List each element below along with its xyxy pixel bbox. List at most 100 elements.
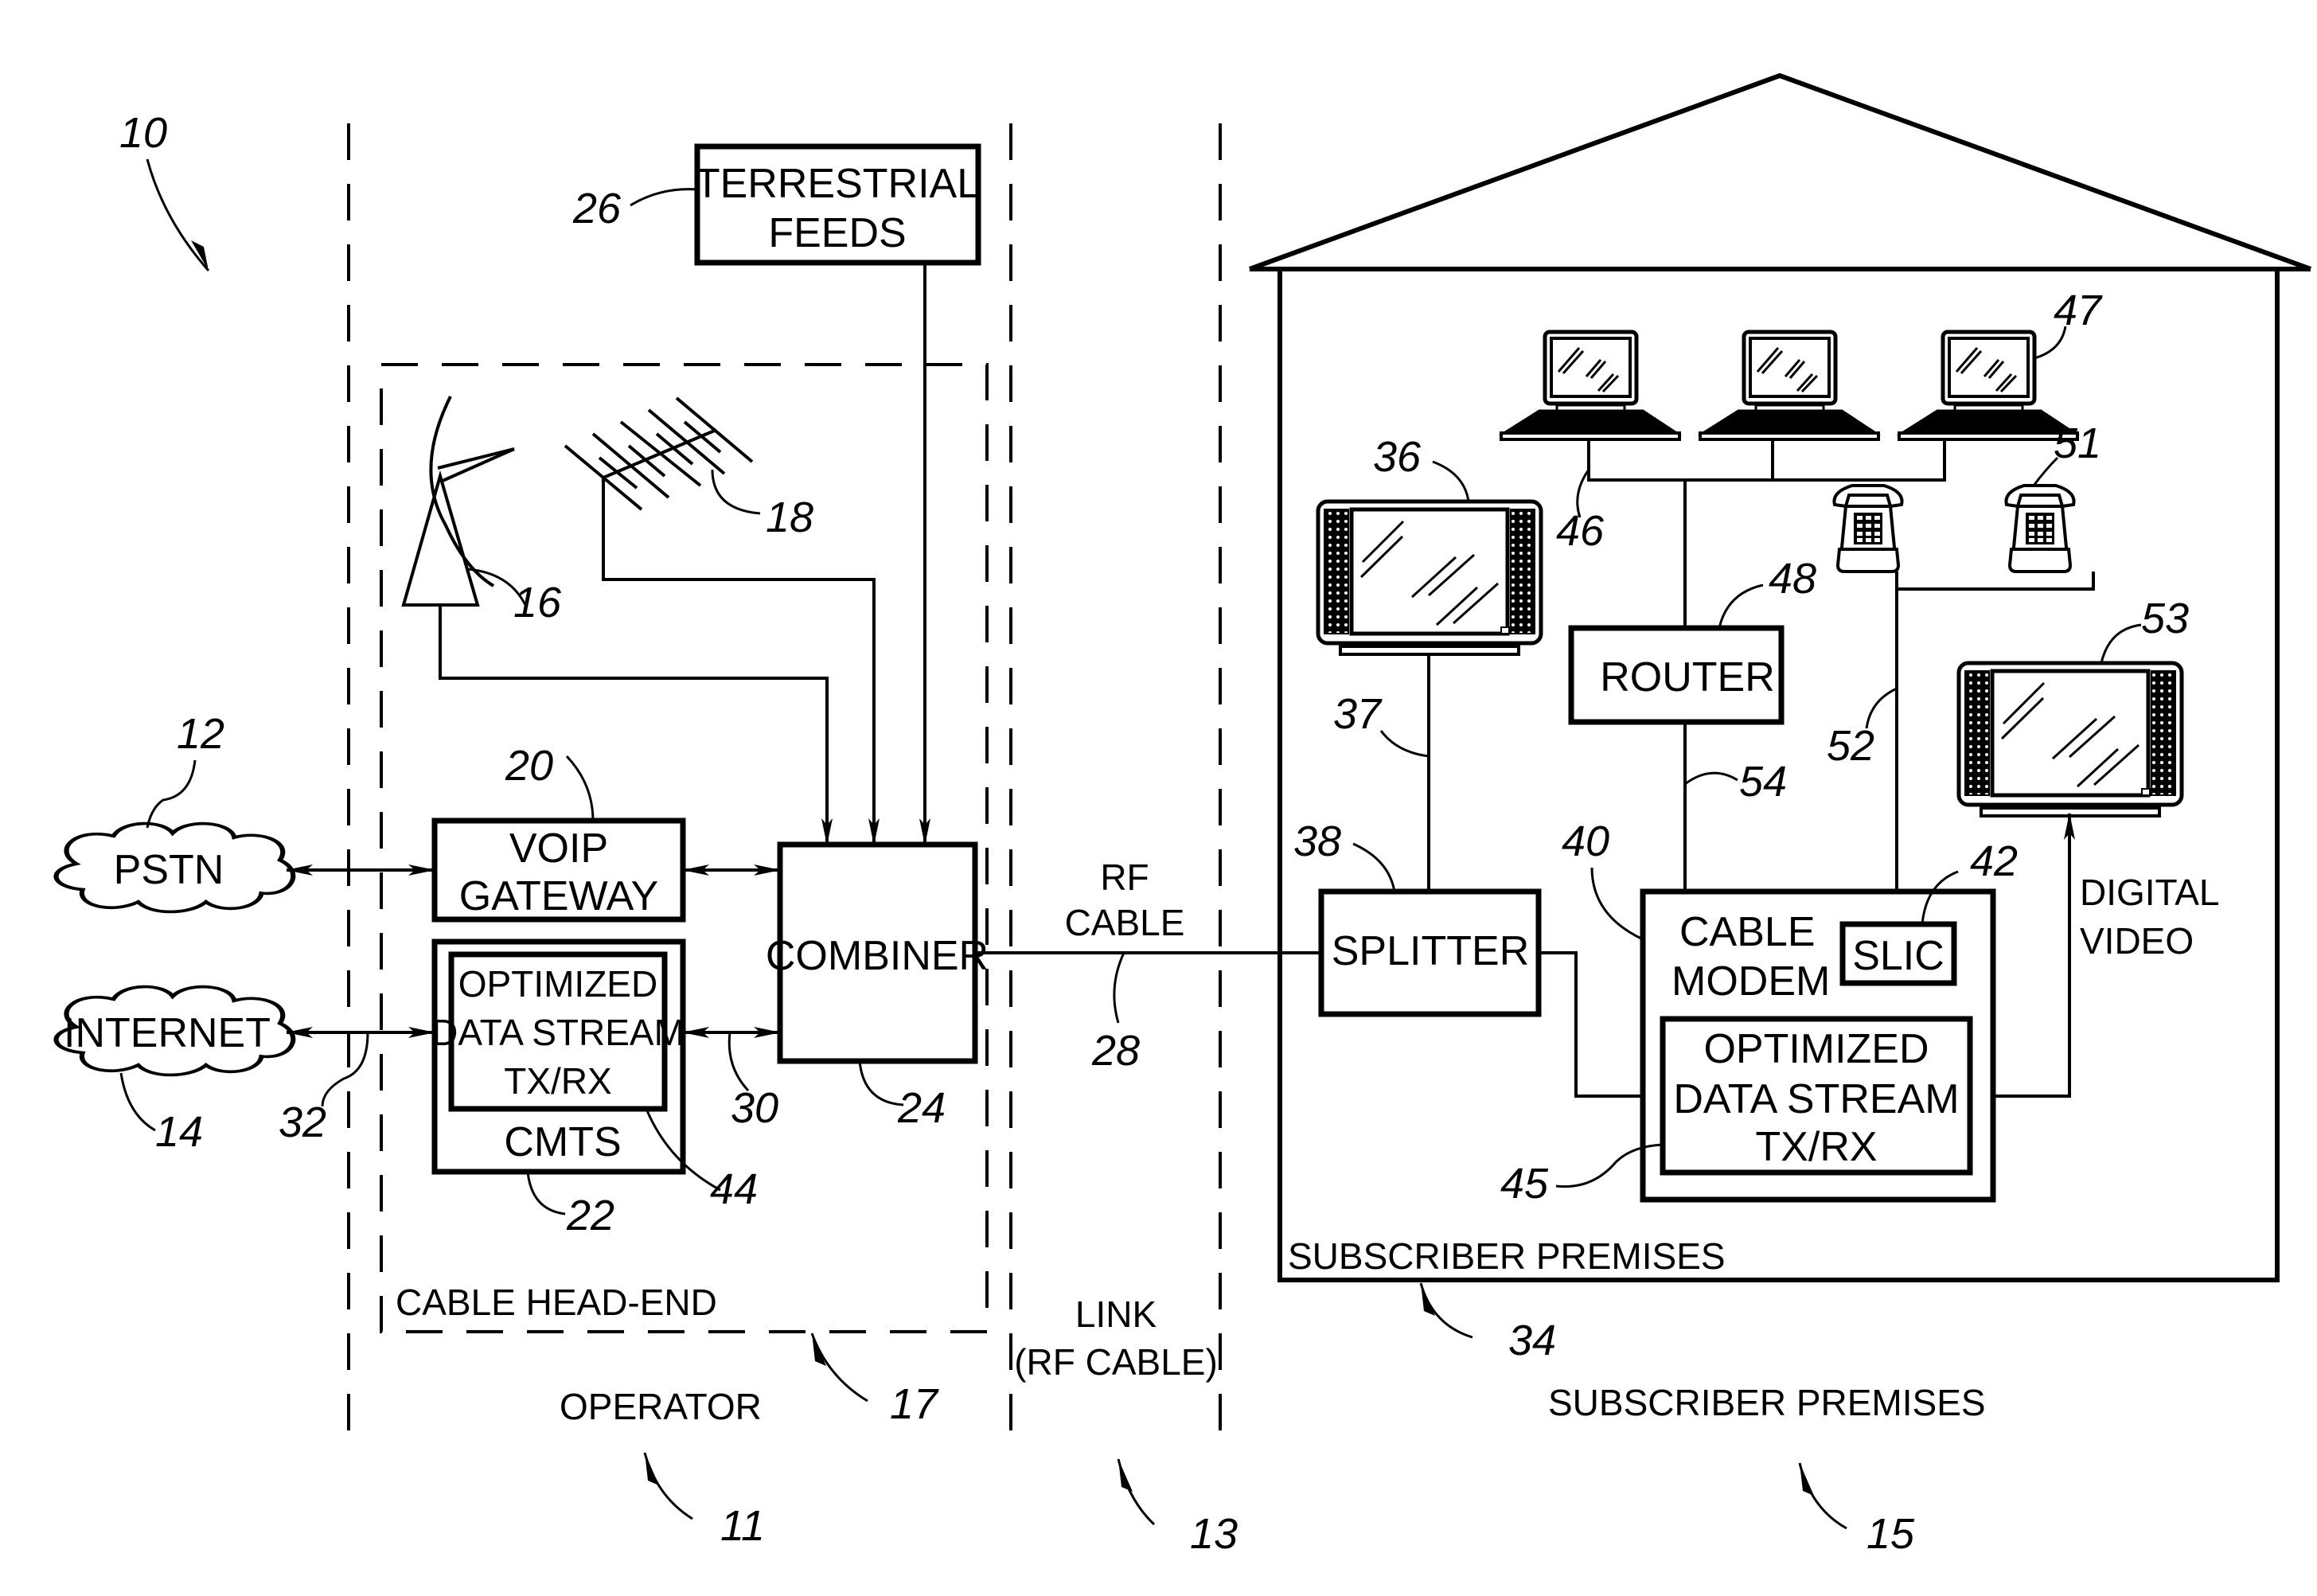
operator-ref: 11 (643, 1452, 765, 1550)
computer-icon[interactable] (1700, 332, 1878, 439)
combiner-block[interactable]: COMBINER (766, 841, 989, 1064)
svg-text:CABLE: CABLE (1679, 909, 1816, 955)
svg-text:22: 22 (566, 1192, 614, 1239)
svg-text:26: 26 (572, 185, 622, 232)
yagi-ref: 18 (711, 469, 813, 541)
operator-label: OPERATOR (560, 1386, 762, 1427)
svg-text:36: 36 (1373, 433, 1422, 481)
digital-video-label-line1: DIGITAL (2080, 872, 2220, 913)
router-ref: 48 (1718, 555, 1816, 629)
internet-cloud[interactable]: INTERNET (57, 987, 294, 1075)
svg-text:15: 15 (1866, 1510, 1915, 1558)
tv-line-ref: 37 (1333, 690, 1430, 758)
splitter-ref: 38 (1293, 818, 1396, 892)
terrestrial-feeds-block[interactable]: TERRESTRIAL FEEDS (694, 143, 981, 266)
svg-text:54: 54 (1739, 758, 1787, 806)
computer-icon[interactable] (1501, 332, 1679, 439)
link-ref: 13 (1117, 1458, 1238, 1558)
headend-ref: 17 (810, 1333, 939, 1428)
svg-text:GATEWAY: GATEWAY (459, 873, 658, 919)
svg-text:TX/RX: TX/RX (504, 1060, 611, 1102)
slic-block[interactable]: SLIC (1839, 921, 1957, 986)
svg-text:32: 32 (279, 1098, 326, 1146)
svg-text:16: 16 (513, 579, 562, 626)
dish-to-combiner-line (439, 605, 833, 845)
svg-text:DATA STREAM: DATA STREAM (1673, 1076, 1959, 1122)
terrestrial-ref: 26 (572, 185, 698, 232)
svg-text:48: 48 (1769, 555, 1816, 603)
svg-text:TERRESTRIAL: TERRESTRIAL (695, 161, 980, 207)
svg-text:COMBINER: COMBINER (766, 933, 989, 979)
cmts-ods-block[interactable]: OPTIMIZED DATA STREAM TX/RX (431, 951, 685, 1112)
telephone-icon[interactable] (1832, 484, 1904, 573)
svg-text:11: 11 (720, 1502, 765, 1550)
computer-bus (1587, 439, 1946, 482)
digital-video-label-line2: VIDEO (2080, 920, 2194, 962)
svg-text:PSTN: PSTN (114, 847, 224, 893)
svg-text:OPTIMIZED: OPTIMIZED (1703, 1026, 1929, 1072)
computer-icon[interactable] (1899, 332, 2077, 439)
svg-text:46: 46 (1556, 507, 1605, 555)
pstn-ref: 12 (146, 710, 224, 829)
svg-text:14: 14 (155, 1108, 203, 1156)
computer-ref: 47 (2034, 287, 2103, 360)
subscriber-zone-ref: 15 (1798, 1462, 1915, 1558)
subscriber-zone-label: SUBSCRIBER PREMISES (1548, 1382, 1986, 1423)
internet-ref: 14 (119, 1072, 203, 1156)
voip-ref: 20 (505, 742, 595, 821)
yagi-antenna-icon (564, 396, 754, 511)
splitter-to-modem-line (1539, 951, 1643, 1098)
svg-text:SLIC: SLIC (1852, 933, 1944, 979)
svg-text:51: 51 (2054, 419, 2101, 467)
svg-text:52: 52 (1827, 722, 1874, 770)
svg-text:30: 30 (731, 1084, 778, 1132)
rf-cable-label-line1: RF (1100, 857, 1149, 898)
svg-text:24: 24 (897, 1084, 946, 1132)
computer-bus-ref: 46 (1556, 469, 1605, 555)
modem-ods-ref: 45 (1500, 1143, 1664, 1208)
telephone-icon[interactable] (2004, 484, 2076, 573)
router-block[interactable]: ROUTER (1568, 625, 1785, 725)
svg-text:17: 17 (890, 1380, 939, 1428)
svg-text:FEEDS: FEEDS (768, 210, 906, 256)
svg-text:VOIP: VOIP (509, 825, 608, 872)
pstn-cloud[interactable]: PSTN (57, 824, 294, 912)
tv-right-ref: 53 (2100, 595, 2189, 664)
svg-text:40: 40 (1562, 818, 1609, 865)
svg-text:SPLITTER: SPLITTER (1332, 928, 1530, 974)
tv-icon[interactable] (1959, 663, 2182, 816)
modem-ods-block[interactable]: OPTIMIZED DATA STREAM TX/RX (1660, 1016, 1973, 1176)
svg-text:ROUTER: ROUTER (1600, 654, 1775, 700)
cmts-ref: 22 (526, 1171, 614, 1239)
svg-text:12: 12 (177, 710, 224, 758)
tv-icon[interactable] (1318, 501, 1541, 654)
svg-text:DATA STREAM: DATA STREAM (431, 1012, 685, 1053)
house-label: SUBSCRIBER PREMISES (1288, 1235, 1726, 1277)
headend-label: CABLE HEAD-END (396, 1282, 717, 1323)
svg-text:47: 47 (2054, 287, 2103, 334)
svg-text:28: 28 (1091, 1027, 1140, 1075)
tv-left-ref: 36 (1373, 433, 1470, 502)
svg-text:TX/RX: TX/RX (1755, 1124, 1877, 1170)
svg-text:44: 44 (710, 1165, 758, 1213)
svg-text:34: 34 (1508, 1317, 1556, 1364)
svg-text:18: 18 (766, 494, 813, 541)
svg-text:37: 37 (1333, 690, 1383, 738)
system-ref: 10 (119, 109, 210, 271)
svg-text:38: 38 (1293, 818, 1341, 865)
svg-text:MODEM: MODEM (1671, 958, 1830, 1005)
satellite-dish-icon (401, 396, 515, 607)
phone-line-ref: 52 (1827, 687, 1898, 770)
cmts-combiner-link-ref: 30 (727, 1032, 778, 1132)
svg-text:OPTIMIZED: OPTIMIZED (458, 963, 657, 1005)
splitter-block[interactable]: SPLITTER (1318, 888, 1542, 1017)
voip-gateway-block[interactable]: VOIP GATEWAY (431, 818, 686, 923)
svg-text:CMTS: CMTS (504, 1119, 621, 1165)
link-label-line1: LINK (1075, 1294, 1157, 1335)
svg-text:42: 42 (1970, 837, 2018, 885)
svg-text:20: 20 (505, 742, 553, 790)
yagi-to-combiner-line (602, 478, 880, 845)
modem-ref: 40 (1562, 818, 1644, 941)
svg-text:45: 45 (1500, 1160, 1549, 1208)
svg-text:13: 13 (1190, 1510, 1238, 1558)
